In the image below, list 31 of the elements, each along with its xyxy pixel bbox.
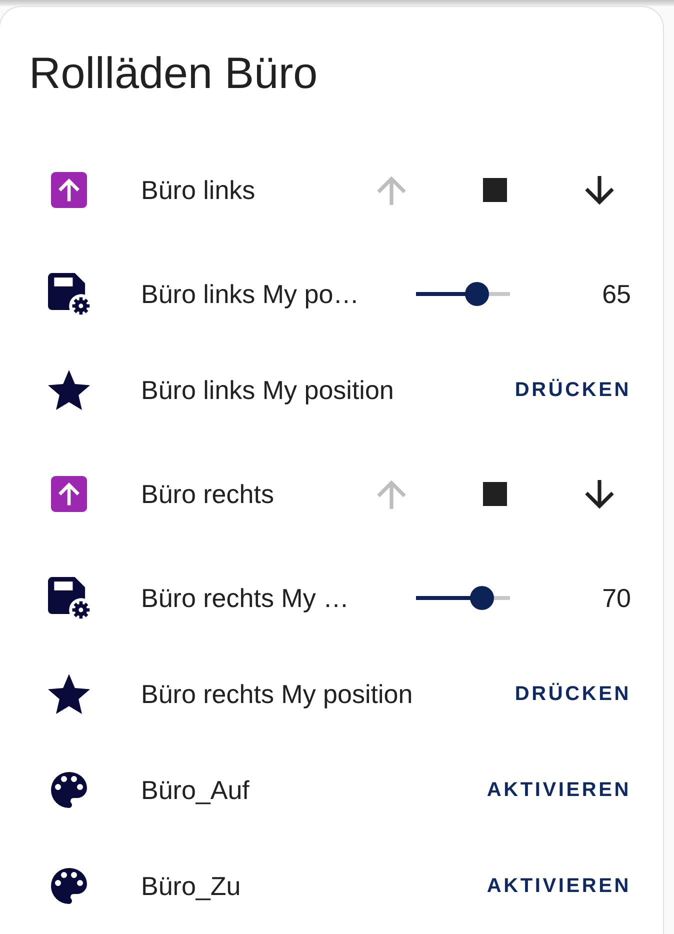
slider-thumb[interactable] [465, 282, 490, 306]
up-arrow-icon [376, 176, 406, 204]
star-icon [48, 674, 90, 714]
entity-name: Büro links [141, 174, 256, 206]
entity-name: Büro_Zu [141, 870, 242, 902]
up-arrow-icon [376, 480, 406, 508]
palette-icon [51, 772, 87, 808]
entity-name: Büro links My po… [141, 278, 360, 310]
stop-icon [483, 482, 507, 506]
down-arrow-icon [584, 480, 614, 508]
slider-value: 65 [602, 278, 631, 310]
press-button[interactable]: DRÜCKEN [506, 368, 631, 412]
activate-button[interactable]: AKTIVIEREN [478, 768, 631, 812]
stop-icon [483, 178, 507, 202]
entity-name: Büro_Auf [141, 774, 250, 806]
activate-button[interactable]: AKTIVIEREN [478, 864, 631, 908]
slider-value: 70 [602, 582, 631, 614]
up-arrow-tile-icon [51, 476, 87, 512]
entity-name: Büro rechts [141, 478, 275, 510]
down-arrow-icon [584, 176, 614, 204]
press-button[interactable]: DRÜCKEN [506, 672, 631, 716]
palette-icon [51, 868, 87, 904]
card-title: Rollläden Büro [29, 48, 318, 100]
entity-name: Büro rechts My … [141, 582, 350, 614]
entity-name: Büro rechts My position [141, 678, 414, 710]
save-settings-icon [48, 577, 90, 619]
slider-thumb[interactable] [470, 586, 494, 610]
save-settings-icon [48, 273, 90, 315]
entity-name: Büro links My position [141, 374, 395, 406]
star-icon [48, 370, 90, 410]
up-arrow-tile-icon [51, 172, 87, 208]
